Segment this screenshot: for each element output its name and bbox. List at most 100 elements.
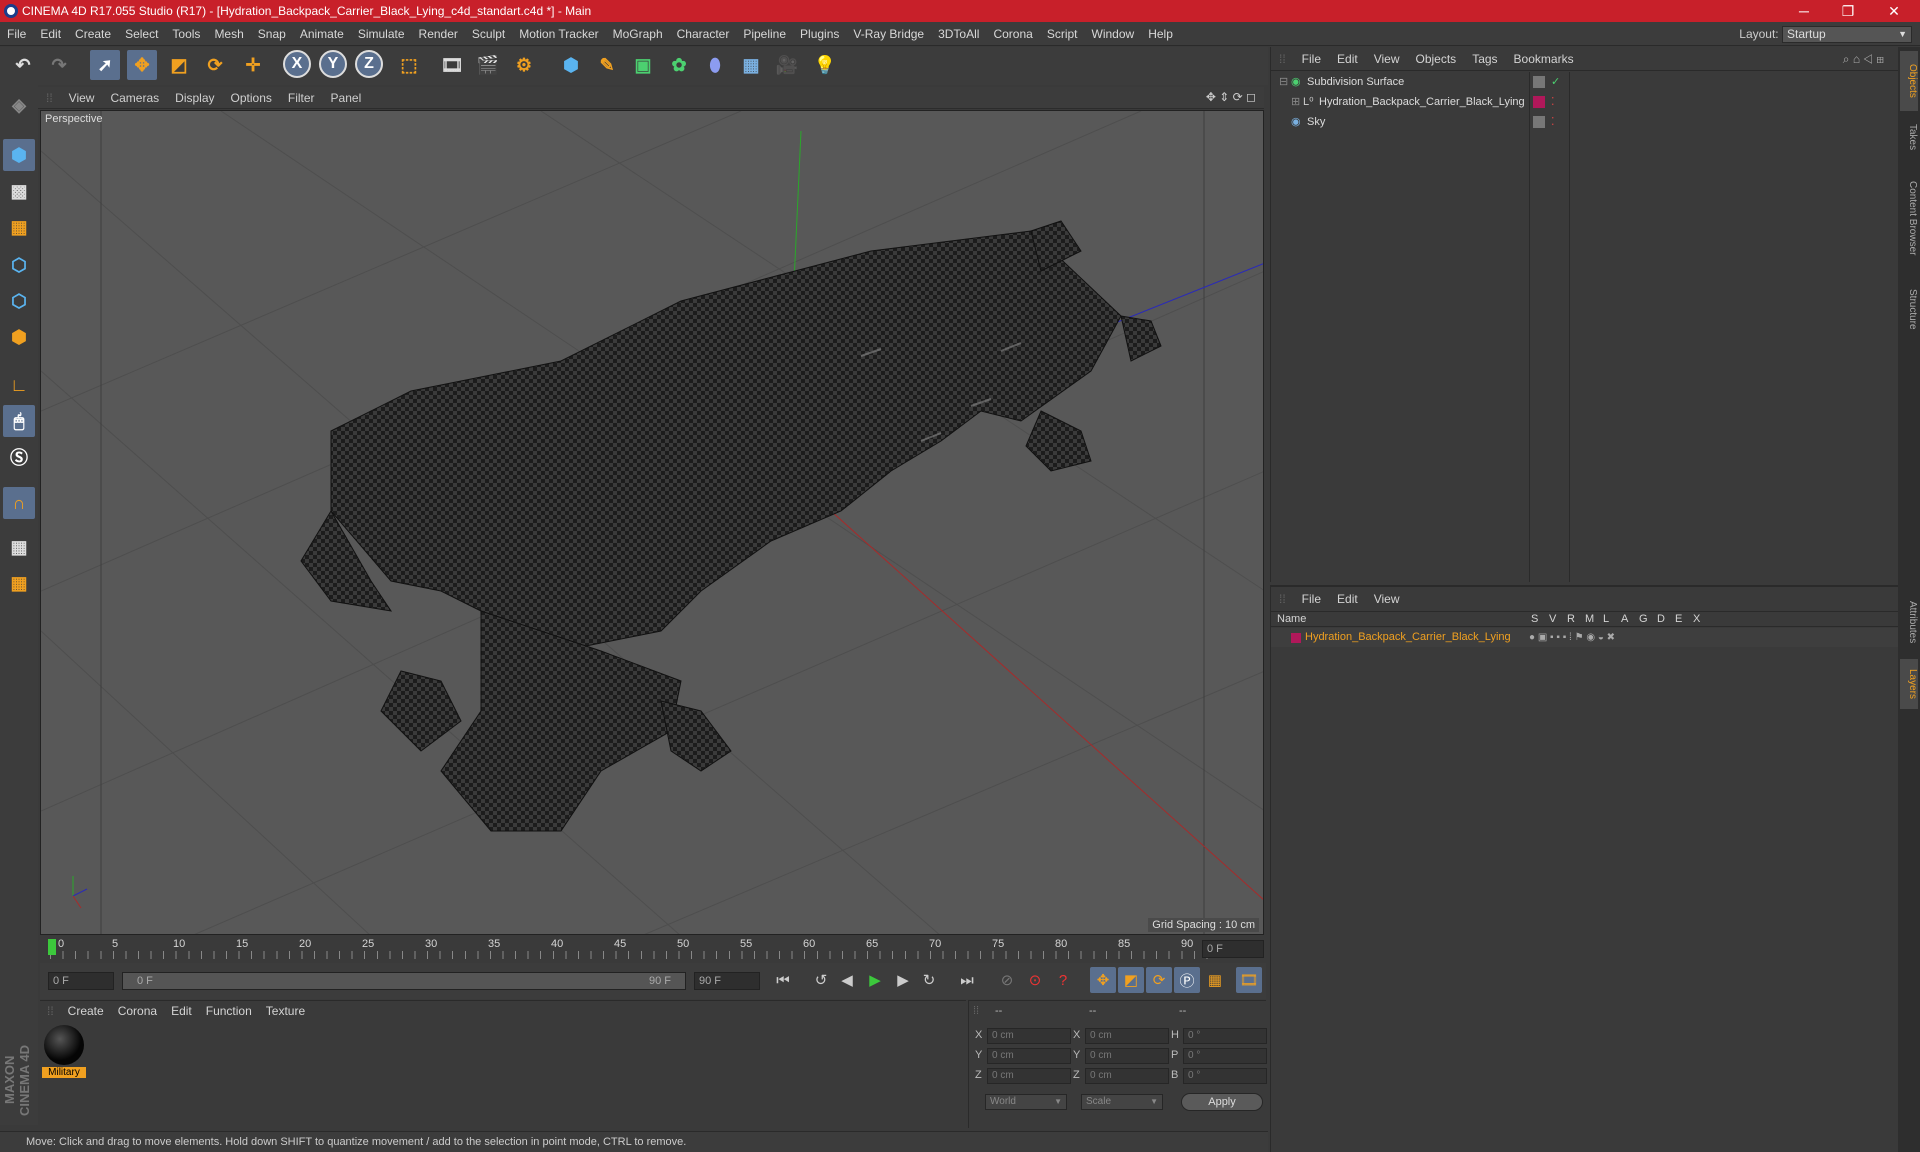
autokeying-icon[interactable]: ⊙ xyxy=(1022,967,1048,993)
close-button[interactable]: ✕ xyxy=(1872,0,1916,22)
timeline-window-icon[interactable]: 🎞 xyxy=(1236,967,1262,993)
object-menu-objects[interactable]: Objects xyxy=(1408,47,1465,71)
model-mode-icon[interactable]: ⬢ xyxy=(3,139,35,171)
key-position-icon[interactable]: ✥ xyxy=(1090,967,1116,993)
size-y-field[interactable]: 0 cm xyxy=(1085,1048,1169,1064)
redo-icon[interactable]: ↷ xyxy=(44,50,74,80)
z-axis-lock-button[interactable]: Z xyxy=(355,50,383,78)
previous-frame-icon[interactable]: ◀ xyxy=(834,967,860,993)
record-keys-icon[interactable]: ⊘ xyxy=(994,967,1020,993)
object-row-sky[interactable]: ◉ Sky ⁚ xyxy=(1271,113,1831,132)
camera-icon[interactable]: 🎥 xyxy=(772,50,802,80)
light-icon[interactable]: 💡 xyxy=(810,50,840,80)
editor-visibility-icon[interactable] xyxy=(1533,76,1545,88)
tab-layers[interactable]: Layers xyxy=(1900,659,1918,709)
menu-select[interactable]: Select xyxy=(118,22,165,46)
menu-file[interactable]: File xyxy=(0,22,33,46)
material-menu-create[interactable]: Create xyxy=(61,1001,111,1021)
layer-toggle-icons[interactable]: ● ▣ ▪ ▪ ▪ ⁞ ⚑ ◉ ◒ ✖ xyxy=(1529,628,1615,647)
menu-plugins[interactable]: Plugins xyxy=(793,22,846,46)
playhead-marker[interactable] xyxy=(48,939,56,955)
layer-menu-edit[interactable]: Edit xyxy=(1329,587,1366,611)
frame-range-slider[interactable]: 0 F 90 F xyxy=(122,972,686,990)
material-menu-texture[interactable]: Texture xyxy=(259,1001,312,1021)
world-dropdown[interactable]: World ▼ xyxy=(985,1094,1067,1110)
pen-spline-icon[interactable]: ✎ xyxy=(592,50,622,80)
visibility-dots-icon[interactable]: ⁚ xyxy=(1551,93,1555,112)
material-menu-edit[interactable]: Edit xyxy=(164,1001,199,1021)
object-row-subdivision[interactable]: ⊟ ◉ Subdivision Surface ✓ xyxy=(1271,73,1831,92)
play-icon[interactable]: ▶ xyxy=(862,967,888,993)
layer-color-swatch[interactable] xyxy=(1291,633,1301,643)
menu-edit[interactable]: Edit xyxy=(33,22,68,46)
position-x-field[interactable]: 0 cm xyxy=(987,1028,1071,1044)
viewport-navigation-icons[interactable]: ✥ ⇕ ⟳ ◻ xyxy=(1206,90,1256,104)
current-frame-field[interactable]: 0 F xyxy=(1202,940,1264,958)
tab-takes[interactable]: Takes xyxy=(1900,117,1918,157)
key-rotation-icon[interactable]: ⟳ xyxy=(1146,967,1172,993)
render-view-icon[interactable]: 🎞 xyxy=(437,50,467,80)
menu-render[interactable]: Render xyxy=(412,22,465,46)
viewport-menu-view[interactable]: View xyxy=(61,87,103,109)
enabled-check-icon[interactable]: ✓ xyxy=(1551,73,1560,92)
deformer-icon[interactable]: ⬮ xyxy=(700,50,730,80)
go-to-end-icon[interactable]: ⏭ xyxy=(954,967,980,993)
next-frame-icon[interactable]: ▶ xyxy=(890,967,916,993)
menu-simulate[interactable]: Simulate xyxy=(351,22,412,46)
live-selection-icon[interactable]: ➚ xyxy=(90,50,120,80)
apply-button[interactable]: Apply xyxy=(1181,1093,1263,1111)
object-menu-bookmarks[interactable]: Bookmarks xyxy=(1506,47,1582,71)
y-axis-lock-button[interactable]: Y xyxy=(319,50,347,78)
rotation-b-field[interactable]: 0 ° xyxy=(1183,1068,1267,1084)
move-tool-icon[interactable]: ✥ xyxy=(127,50,157,80)
viewport-menu-panel[interactable]: Panel xyxy=(323,87,370,109)
polygons-mode-icon[interactable]: ⬢ xyxy=(3,321,35,353)
viewport-menu-display[interactable]: Display xyxy=(167,87,222,109)
material-swatch[interactable]: Military xyxy=(42,1025,86,1081)
subdivision-surface-icon[interactable]: ▣ xyxy=(628,50,658,80)
axis-mode-icon[interactable]: ∟ xyxy=(3,369,35,401)
make-editable-icon[interactable]: ◈ xyxy=(3,89,35,121)
menu-pipeline[interactable]: Pipeline xyxy=(736,22,793,46)
key-scale-icon[interactable]: ◩ xyxy=(1118,967,1144,993)
previous-key-icon[interactable]: ↺ xyxy=(808,967,834,993)
size-x-field[interactable]: 0 cm xyxy=(1085,1028,1169,1044)
magnet-icon[interactable]: ∩ xyxy=(3,487,35,519)
menu-snap[interactable]: Snap xyxy=(251,22,293,46)
menu-animate[interactable]: Animate xyxy=(293,22,351,46)
workplane-lock-icon[interactable]: ▦ xyxy=(3,531,35,563)
render-picture-viewer-icon[interactable]: 🎬 xyxy=(473,50,503,80)
last-tool-icon[interactable]: ✛ xyxy=(238,50,268,80)
tab-attributes[interactable]: Attributes xyxy=(1900,587,1918,657)
object-menu-view[interactable]: View xyxy=(1366,47,1408,71)
menu-vray-bridge[interactable]: V-Ray Bridge xyxy=(846,22,931,46)
edges-mode-icon[interactable]: ⬡ xyxy=(3,285,35,317)
object-manager-search-icons[interactable]: ⌕ ⌂ ◁ ⊞ xyxy=(1835,47,1892,71)
rotate-tool-icon[interactable]: ⟳ xyxy=(200,50,230,80)
layer-menu-view[interactable]: View xyxy=(1366,587,1408,611)
menu-3dtoall[interactable]: 3DToAll xyxy=(931,22,986,46)
object-menu-file[interactable]: File xyxy=(1294,47,1329,71)
menu-motion-tracker[interactable]: Motion Tracker xyxy=(512,22,605,46)
expand-minus-icon[interactable]: ⊟ xyxy=(1279,73,1288,92)
render-settings-icon[interactable]: ⚙ xyxy=(509,50,539,80)
visibility-dots-icon[interactable]: ⁚ xyxy=(1551,113,1555,132)
key-parameter-icon[interactable]: Ⓟ xyxy=(1174,967,1200,993)
key-pla-icon[interactable]: ▦ xyxy=(1202,967,1228,993)
undo-icon[interactable]: ↶ xyxy=(8,50,38,80)
material-menu-function[interactable]: Function xyxy=(199,1001,259,1021)
menu-help[interactable]: Help xyxy=(1141,22,1180,46)
layer-color-swatch[interactable] xyxy=(1533,96,1545,108)
viewport-menu-filter[interactable]: Filter xyxy=(280,87,323,109)
object-menu-edit[interactable]: Edit xyxy=(1329,47,1366,71)
keyframe-selection-icon[interactable]: ? xyxy=(1050,967,1076,993)
floor-icon[interactable]: ▦ xyxy=(736,50,766,80)
tweak-mode-icon[interactable]: 🖱 xyxy=(3,405,35,437)
perspective-viewport[interactable]: Perspective Grid Spacing : 10 cm xyxy=(40,110,1264,935)
size-z-field[interactable]: 0 cm xyxy=(1085,1068,1169,1084)
editor-visibility-icon[interactable] xyxy=(1533,116,1545,128)
layer-menu-file[interactable]: File xyxy=(1294,587,1329,611)
tab-structure[interactable]: Structure xyxy=(1900,279,1918,339)
menu-script[interactable]: Script xyxy=(1040,22,1085,46)
end-frame-field[interactable]: 90 F xyxy=(694,972,760,990)
